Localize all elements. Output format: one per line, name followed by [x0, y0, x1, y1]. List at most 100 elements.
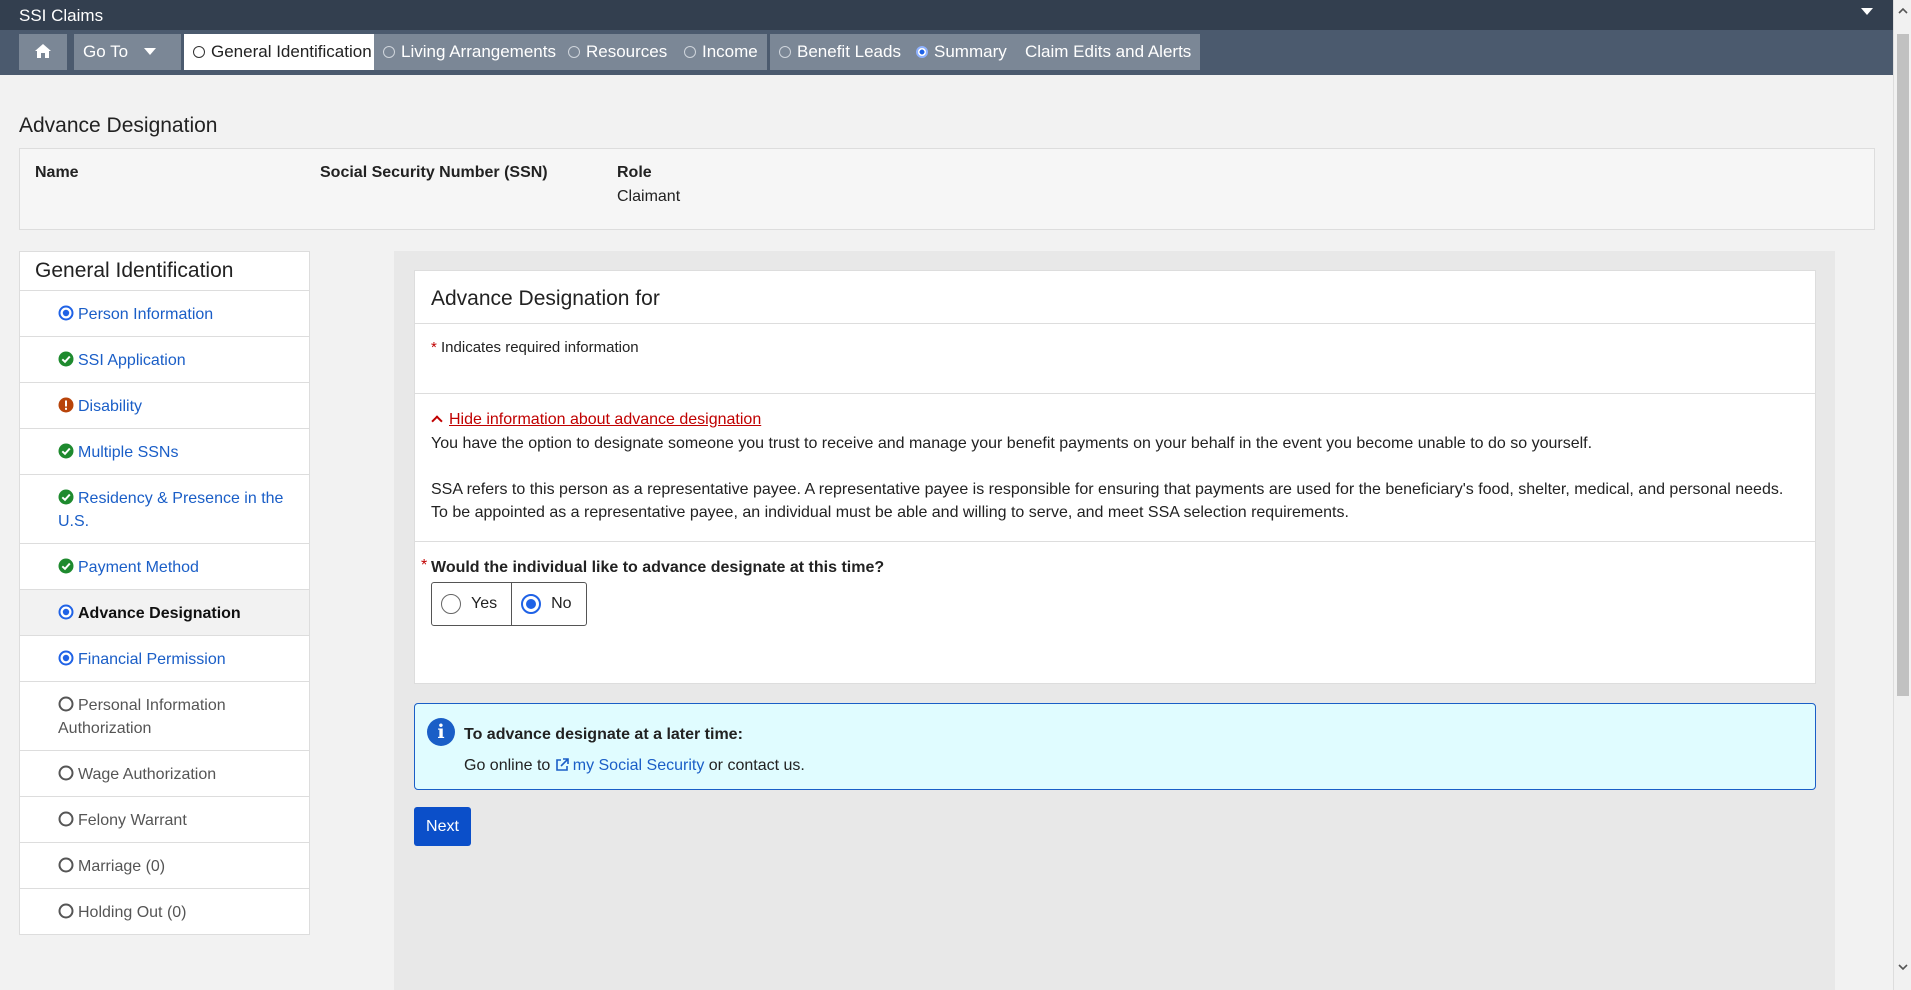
status-ring-icon — [916, 46, 928, 58]
advance-designate-question: * Would the individual like to advance d… — [421, 557, 884, 577]
next-button[interactable]: Next — [414, 807, 471, 846]
tab-general-identification[interactable]: General Identification — [184, 34, 381, 70]
tab-income[interactable]: Income — [675, 34, 767, 70]
check-circle-icon — [58, 489, 74, 505]
empty-circle-icon — [58, 696, 74, 712]
sidebar-item-label: Marriage (0) — [78, 858, 166, 875]
external-link-icon — [555, 758, 569, 771]
chevron-up-icon — [431, 415, 443, 427]
required-note-text: Indicates required information — [441, 339, 639, 356]
tab-living-arrangements[interactable]: Living Arrangements — [374, 34, 565, 70]
empty-circle-icon — [58, 857, 74, 873]
chevron-down-icon — [144, 48, 157, 55]
sidebar-item-label: SSI Application — [78, 352, 186, 369]
sidebar-item-label: Holding Out (0) — [78, 904, 187, 921]
tab-benefit-leads[interactable]: Benefit Leads — [770, 34, 910, 70]
tab-label: General Identification — [211, 42, 372, 61]
in-progress-icon — [58, 650, 74, 666]
divider — [415, 393, 1815, 394]
tab-label: Resources — [586, 42, 668, 61]
sidebar-item-label: Felony Warrant — [78, 812, 187, 829]
exclamation-circle-icon — [58, 397, 74, 413]
ssn-header: Social Security Number (SSN) — [320, 164, 548, 181]
hide-info-link-text: Hide information about advance designati… — [449, 411, 762, 428]
scrollbar-thumb[interactable] — [1897, 34, 1909, 696]
name-header: Name — [35, 164, 79, 181]
sidebar-item-marriage-0[interactable]: Marriage (0) — [20, 843, 309, 889]
info-paragraph-2: SSA refers to this person as a represent… — [431, 481, 1784, 521]
role-column: Role Claimant — [617, 164, 680, 206]
sidebar-item-financial-permission[interactable]: Financial Permission — [20, 636, 309, 682]
required-star: * — [421, 557, 428, 574]
info-text-post: or contact us. — [704, 757, 805, 774]
sidebar-item-felony-warrant[interactable]: Felony Warrant — [20, 797, 309, 843]
tab-label: Living Arrangements — [401, 42, 556, 61]
status-ring-icon — [568, 46, 580, 58]
sidebar-item-wage-authorization[interactable]: Wage Authorization — [20, 751, 309, 797]
sidebar-item-payment-method[interactable]: Payment Method — [20, 544, 309, 590]
tab-label: Summary — [934, 42, 1007, 61]
info-alert: i To advance designate at a later time: … — [414, 703, 1816, 790]
sidebar-item-label: Advance Designation — [78, 605, 241, 622]
my-social-security-link[interactable]: my Social Security — [555, 757, 704, 774]
sidebar-item-label: Residency & Presence in the U.S. — [58, 490, 284, 530]
chevron-down-icon[interactable] — [1861, 8, 1873, 15]
tab-label: Claim Edits and Alerts — [1025, 42, 1192, 61]
sidebar-item-advance-designation[interactable]: Advance Designation — [20, 590, 309, 636]
status-ring-icon — [779, 46, 791, 58]
radio-no-label: No — [551, 595, 572, 612]
status-ring-icon — [193, 46, 205, 58]
card-title: Advance Designation for — [431, 287, 660, 310]
home-icon — [35, 44, 51, 58]
info-icon: i — [427, 718, 455, 746]
sidebar-item-person-information[interactable]: Person Information — [20, 291, 309, 337]
info-text-pre: Go online to — [464, 757, 555, 774]
sidebar-item-label: Person Information — [78, 306, 214, 323]
divider — [415, 541, 1815, 542]
check-circle-icon — [58, 443, 74, 459]
radio-no-circle[interactable] — [521, 594, 542, 614]
tab-resources[interactable]: Resources — [559, 34, 677, 70]
goto-dropdown[interactable]: Go To — [74, 34, 181, 70]
info-text: Go online to my Social Security or conta… — [464, 757, 805, 775]
sidebar-item-residency-presence-in-the-u-s[interactable]: Residency & Presence in the U.S. — [20, 475, 309, 544]
empty-circle-icon — [58, 903, 74, 919]
sidebar-item-holding-out-0[interactable]: Holding Out (0) — [20, 889, 309, 934]
sidebar-item-label: Payment Method — [78, 559, 199, 576]
scroll-up-icon[interactable] — [1898, 6, 1908, 16]
sidebar-item-ssi-application[interactable]: SSI Application — [20, 337, 309, 383]
radio-yes[interactable]: Yes — [432, 583, 511, 625]
vertical-scrollbar[interactable] — [1893, 0, 1911, 990]
required-star: * — [431, 339, 437, 356]
info-paragraph-1: You have the option to designate someone… — [431, 435, 1593, 452]
hide-info-link[interactable]: Hide information about advance designati… — [431, 411, 761, 429]
top-nav: Go To General Identification Living Arra… — [0, 30, 1893, 75]
empty-circle-icon — [58, 811, 74, 827]
in-progress-icon — [58, 305, 74, 321]
page-title: Advance Designation — [19, 114, 218, 137]
tab-claim-edits-alerts[interactable]: Claim Edits and Alerts — [1016, 34, 1201, 70]
sidebar-list: Person Information SSI Application Disabil… — [20, 291, 309, 934]
person-summary: Name Social Security Number (SSN) Role C… — [19, 148, 1875, 230]
role-value: Claimant — [617, 188, 681, 205]
tab-label: Income — [702, 42, 758, 61]
radio-yes-circle[interactable] — [441, 594, 461, 614]
sidebar-item-multiple-ssns[interactable]: Multiple SSNs — [20, 429, 309, 475]
scroll-down-icon[interactable] — [1898, 962, 1908, 972]
advance-designation-card: Advance Designation for * Indicates requ… — [414, 270, 1816, 684]
app-title: SSI Claims — [19, 6, 104, 25]
home-button[interactable] — [19, 34, 67, 70]
check-circle-icon — [58, 558, 74, 574]
status-ring-icon — [684, 46, 696, 58]
info-title: To advance designate at a later time: — [464, 726, 743, 743]
role-header: Role — [617, 164, 652, 181]
status-ring-icon — [383, 46, 395, 58]
sidebar-item-disability[interactable]: Disability — [20, 383, 309, 429]
name-column: Name — [35, 164, 79, 182]
section-sidebar: General Identification Person Informatio… — [19, 251, 310, 935]
radio-no[interactable]: No — [511, 583, 585, 625]
sidebar-item-personal-information-authorization[interactable]: Personal Information Authorization — [20, 682, 309, 751]
sidebar-item-label: Financial Permission — [78, 651, 226, 668]
tab-summary[interactable]: Summary — [907, 34, 1016, 70]
radio-yes-label: Yes — [471, 595, 498, 612]
